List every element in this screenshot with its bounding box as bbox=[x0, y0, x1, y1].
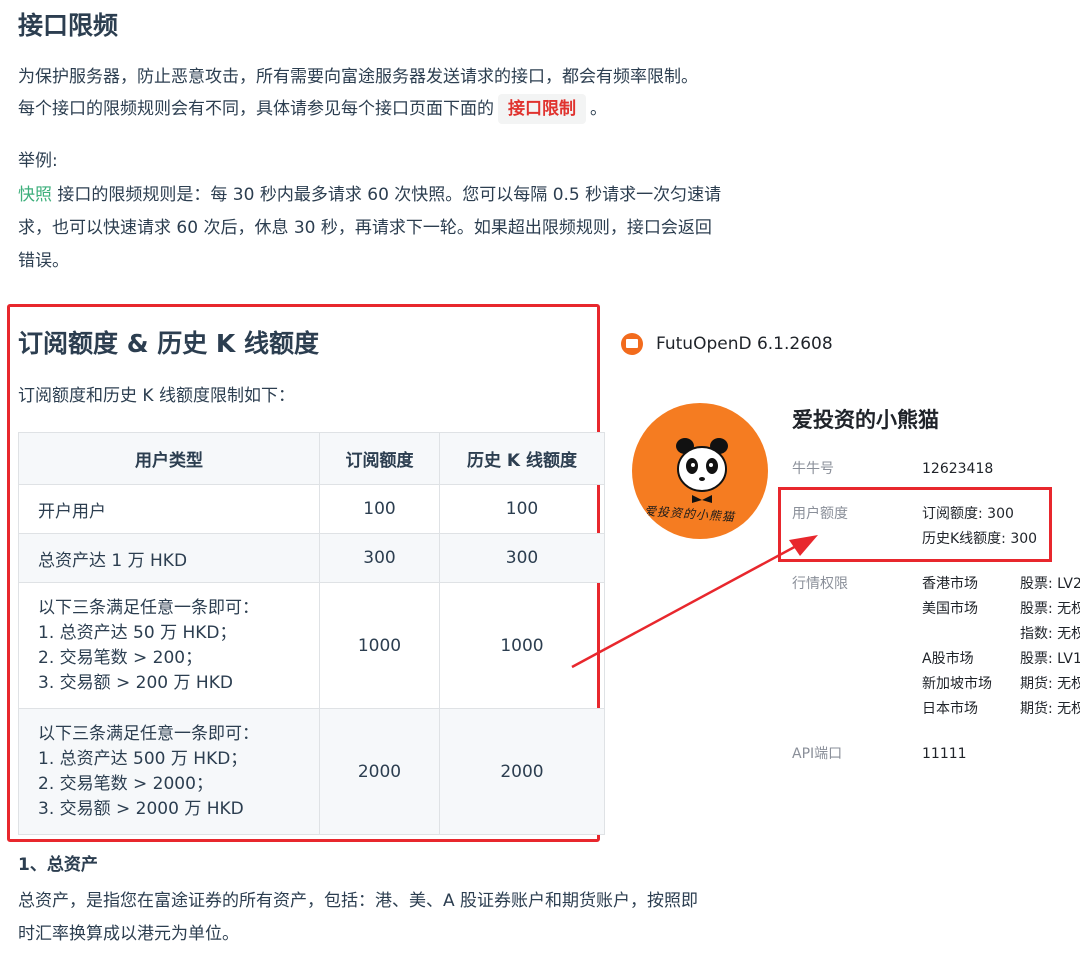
table-row: 以下三条满足任意一条即可： 1. 总资产达 50 万 HKD； 2. 交易笔数 … bbox=[18, 582, 605, 709]
subscription-quota-cell: 300 bbox=[319, 533, 440, 583]
total-assets-line-1: 总资产，是指您在富途证券的所有资产，包括：港、美、A 股证券账户和期货账户，按照… bbox=[18, 891, 699, 911]
market-name: A股市场 bbox=[922, 651, 974, 667]
user-type-cell: 以下三条满足任意一条即可： 1. 总资产达 50 万 HKD； 2. 交易笔数 … bbox=[18, 582, 320, 709]
api-port-label: API端口 bbox=[792, 746, 843, 762]
condition-line: 1. 总资产达 50 万 HKD； bbox=[38, 622, 237, 643]
table-row: 开户用户 100 100 bbox=[18, 484, 605, 534]
market-permission: 期货: 无权 bbox=[1020, 676, 1080, 692]
intro-line-2-text: 每个接口的限频规则会有不同，具体请参见每个接口页面下面的 bbox=[18, 99, 494, 119]
total-assets-line-2: 时汇率换算成以港元为单位。 bbox=[18, 924, 239, 944]
niuniu-label: 牛牛号 bbox=[792, 461, 834, 477]
user-type-cell: 以下三条满足任意一条即可： 1. 总资产达 500 万 HKD； 2. 交易笔数… bbox=[18, 708, 320, 835]
user-type-cell: 总资产达 1 万 HKD bbox=[18, 533, 320, 583]
condition-line: 2. 交易笔数 > 200； bbox=[38, 647, 203, 668]
market-name: 香港市场 bbox=[922, 576, 978, 592]
intro-line-2-end: 。 bbox=[590, 99, 607, 119]
page-title: 接口限频 bbox=[18, 11, 119, 40]
example-line-1: 快照 接口的限频规则是：每 30 秒内最多请求 60 次快照。您可以每隔 0.5… bbox=[18, 180, 721, 210]
market-permission: 期货: 无权 bbox=[1020, 701, 1080, 717]
market-name: 日本市场 bbox=[922, 701, 978, 717]
table-row: 总资产达 1 万 HKD 300 300 bbox=[18, 533, 605, 583]
snapshot-link[interactable]: 快照 bbox=[18, 185, 52, 205]
example-label: 举例: bbox=[18, 151, 58, 171]
table-row: 以下三条满足任意一条即可： 1. 总资产达 500 万 HKD； 2. 交易笔数… bbox=[18, 708, 605, 835]
header-subscription-quota: 订阅额度 bbox=[319, 432, 440, 485]
example-line-3: 错误。 bbox=[18, 251, 69, 271]
kline-quota-cell: 2000 bbox=[439, 708, 605, 835]
futu-app-icon bbox=[621, 333, 643, 355]
market-name: 新加坡市场 bbox=[922, 676, 992, 692]
condition-line: 以下三条满足任意一条即可： bbox=[38, 723, 259, 744]
header-kline-quota: 历史 K 线额度 bbox=[439, 432, 605, 485]
condition-line: 以下三条满足任意一条即可： bbox=[38, 597, 259, 618]
subscription-quota-cell: 100 bbox=[319, 484, 440, 534]
condition-line: 1. 总资产达 500 万 HKD； bbox=[38, 748, 248, 769]
quota-label: 用户额度 bbox=[792, 506, 848, 522]
interface-limit-tag[interactable]: 接口限制 bbox=[498, 94, 586, 124]
condition-line: 2. 交易笔数 > 2000； bbox=[38, 773, 213, 794]
niuniu-value: 12623418 bbox=[922, 461, 994, 477]
market-permission: 股票: LV1 bbox=[1020, 651, 1080, 667]
market-permission: 股票: LV2 bbox=[1020, 576, 1080, 592]
subscription-quota-cell: 1000 bbox=[319, 582, 440, 709]
annotation-arrow-icon bbox=[571, 535, 818, 669]
total-assets-heading: 1、总资产 bbox=[18, 855, 98, 875]
app-title: FutuOpenD 6.1.2608 bbox=[656, 334, 833, 354]
table-header-row: 用户类型 订阅额度 历史 K 线额度 bbox=[18, 432, 605, 485]
user-type-cell: 开户用户 bbox=[18, 484, 320, 534]
condition-line: 3. 交易额 > 2000 万 HKD bbox=[38, 798, 244, 819]
quota-kline-value: 历史K线额度: 300 bbox=[922, 531, 1038, 547]
market-permission: 股票: 无权 bbox=[1020, 601, 1080, 617]
kline-quota-cell: 100 bbox=[439, 484, 605, 534]
avatar: 爱投资的小熊猫 bbox=[632, 403, 768, 539]
quota-subscription-value: 订阅额度: 300 bbox=[922, 506, 1014, 522]
subscription-quota-cell: 2000 bbox=[319, 708, 440, 835]
example-line-2: 求，也可以快速请求 60 次后，休息 30 秒，再请求下一轮。如果超出限频规则，… bbox=[18, 218, 712, 238]
quota-table: 用户类型 订阅额度 历史 K 线额度 开户用户 100 100 总资产达 1 万… bbox=[18, 432, 605, 835]
example-line-1-text: 接口的限频规则是：每 30 秒内最多请求 60 次快照。您可以每隔 0.5 秒请… bbox=[57, 185, 722, 205]
market-permission: 指数: 无权 bbox=[1020, 626, 1080, 642]
intro-line-1: 为保护服务器，防止恶意攻击，所有需要向富途服务器发送请求的接口，都会有频率限制。 bbox=[18, 67, 698, 87]
nickname: 爱投资的小熊猫 bbox=[792, 408, 939, 432]
intro-line-2: 每个接口的限频规则会有不同，具体请参见每个接口页面下面的 接口限制。 bbox=[18, 94, 607, 124]
market-name: 美国市场 bbox=[922, 601, 978, 617]
quota-subtitle: 订阅额度和历史 K 线额度限制如下： bbox=[18, 386, 295, 406]
quota-section-title: 订阅额度 & 历史 K 线额度 bbox=[18, 329, 319, 358]
condition-line: 3. 交易额 > 200 万 HKD bbox=[38, 672, 233, 693]
header-user-type: 用户类型 bbox=[18, 432, 320, 485]
api-port-value: 11111 bbox=[922, 746, 967, 762]
